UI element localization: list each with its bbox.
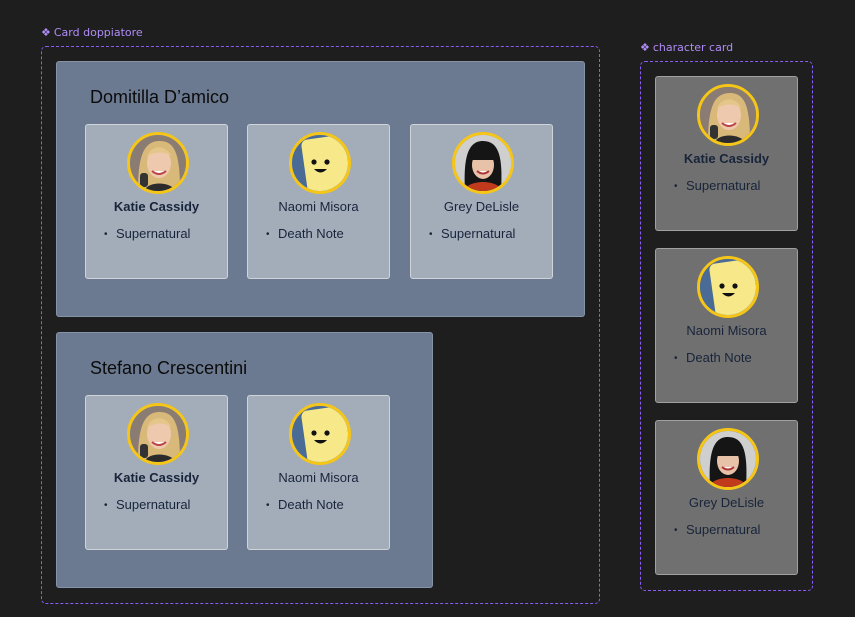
component-label-text: character card	[652, 41, 734, 54]
series-list-item: • Death Note	[266, 226, 344, 241]
character-name: Grey DeLisle	[443, 199, 520, 214]
series-name: Death Note	[278, 497, 344, 512]
bullet-icon: •	[674, 525, 678, 536]
photo-dark-hair-woman-icon	[700, 431, 756, 487]
character-card[interactable]: Katie Cassidy • Supernatural	[85, 395, 228, 550]
character-card[interactable]: Naomi Misora • Death Note	[247, 124, 390, 279]
avatar	[127, 132, 189, 194]
avatar	[697, 428, 759, 490]
series-name: Death Note	[278, 226, 344, 241]
character-name: Naomi Misora	[686, 323, 767, 338]
smiley-placeholder-icon	[292, 135, 348, 191]
bullet-icon: •	[104, 229, 108, 240]
bullet-icon: •	[266, 500, 270, 511]
component-icon: ❖	[41, 26, 51, 39]
character-card[interactable]: Naomi Misora • Death Note	[247, 395, 390, 550]
character-name: Katie Cassidy	[683, 151, 770, 166]
series-name: Supernatural	[116, 226, 191, 241]
series-name: Supernatural	[686, 522, 761, 537]
smiley-placeholder-icon	[292, 406, 348, 462]
character-card[interactable]: Grey DeLisle • Supernatural	[410, 124, 553, 279]
doppiatore-card[interactable]: Domitilla D’amico Katie Cassidy • Superna…	[56, 61, 585, 317]
series-name: Supernatural	[686, 178, 761, 193]
component-label-card-doppiatore: ❖ Card doppiatore	[41, 26, 143, 39]
avatar	[452, 132, 514, 194]
avatar	[697, 84, 759, 146]
doppiatore-name: Domitilla D’amico	[90, 87, 230, 107]
character-name: Naomi Misora	[278, 199, 359, 214]
photo-blonde-woman-icon	[130, 135, 186, 191]
avatar	[697, 256, 759, 318]
series-name: Supernatural	[116, 497, 191, 512]
photo-blonde-woman-icon	[700, 87, 756, 143]
series-name: Death Note	[686, 350, 752, 365]
character-name: Naomi Misora	[278, 470, 359, 485]
doppiatore-card[interactable]: Stefano Crescentini Katie Cassidy • Super…	[56, 332, 433, 588]
series-list-item: • Death Note	[674, 350, 752, 365]
photo-dark-hair-woman-icon	[455, 135, 511, 191]
series-list-item: • Supernatural	[674, 522, 760, 537]
bullet-icon: •	[674, 353, 678, 364]
series-list-item: • Supernatural	[674, 178, 760, 193]
character-name: Katie Cassidy	[113, 199, 200, 214]
character-card-variant[interactable]: Katie Cassidy • Supernatural	[655, 76, 798, 231]
series-list-item: • Supernatural	[429, 226, 515, 241]
photo-blonde-woman-icon	[130, 406, 186, 462]
bullet-icon: •	[266, 229, 270, 240]
smiley-placeholder-icon	[700, 259, 756, 315]
component-label-character-card: ❖ character card	[640, 41, 733, 54]
bullet-icon: •	[674, 181, 678, 192]
character-card-variant[interactable]: Grey DeLisle • Supernatural	[655, 420, 798, 575]
character-name: Katie Cassidy	[113, 470, 200, 485]
series-list-item: • Supernatural	[104, 226, 190, 241]
avatar	[127, 403, 189, 465]
character-name: Grey DeLisle	[688, 495, 765, 510]
series-list-item: • Supernatural	[104, 497, 190, 512]
component-icon: ❖	[640, 41, 650, 54]
character-card-variant[interactable]: Naomi Misora • Death Note	[655, 248, 798, 403]
component-label-text: Card doppiatore	[53, 26, 143, 39]
avatar	[289, 132, 351, 194]
bullet-icon: •	[104, 500, 108, 511]
series-list-item: • Death Note	[266, 497, 344, 512]
series-name: Supernatural	[441, 226, 516, 241]
doppiatore-name: Stefano Crescentini	[90, 358, 248, 378]
avatar	[289, 403, 351, 465]
bullet-icon: •	[429, 229, 433, 240]
character-card[interactable]: Katie Cassidy • Supernatural	[85, 124, 228, 279]
